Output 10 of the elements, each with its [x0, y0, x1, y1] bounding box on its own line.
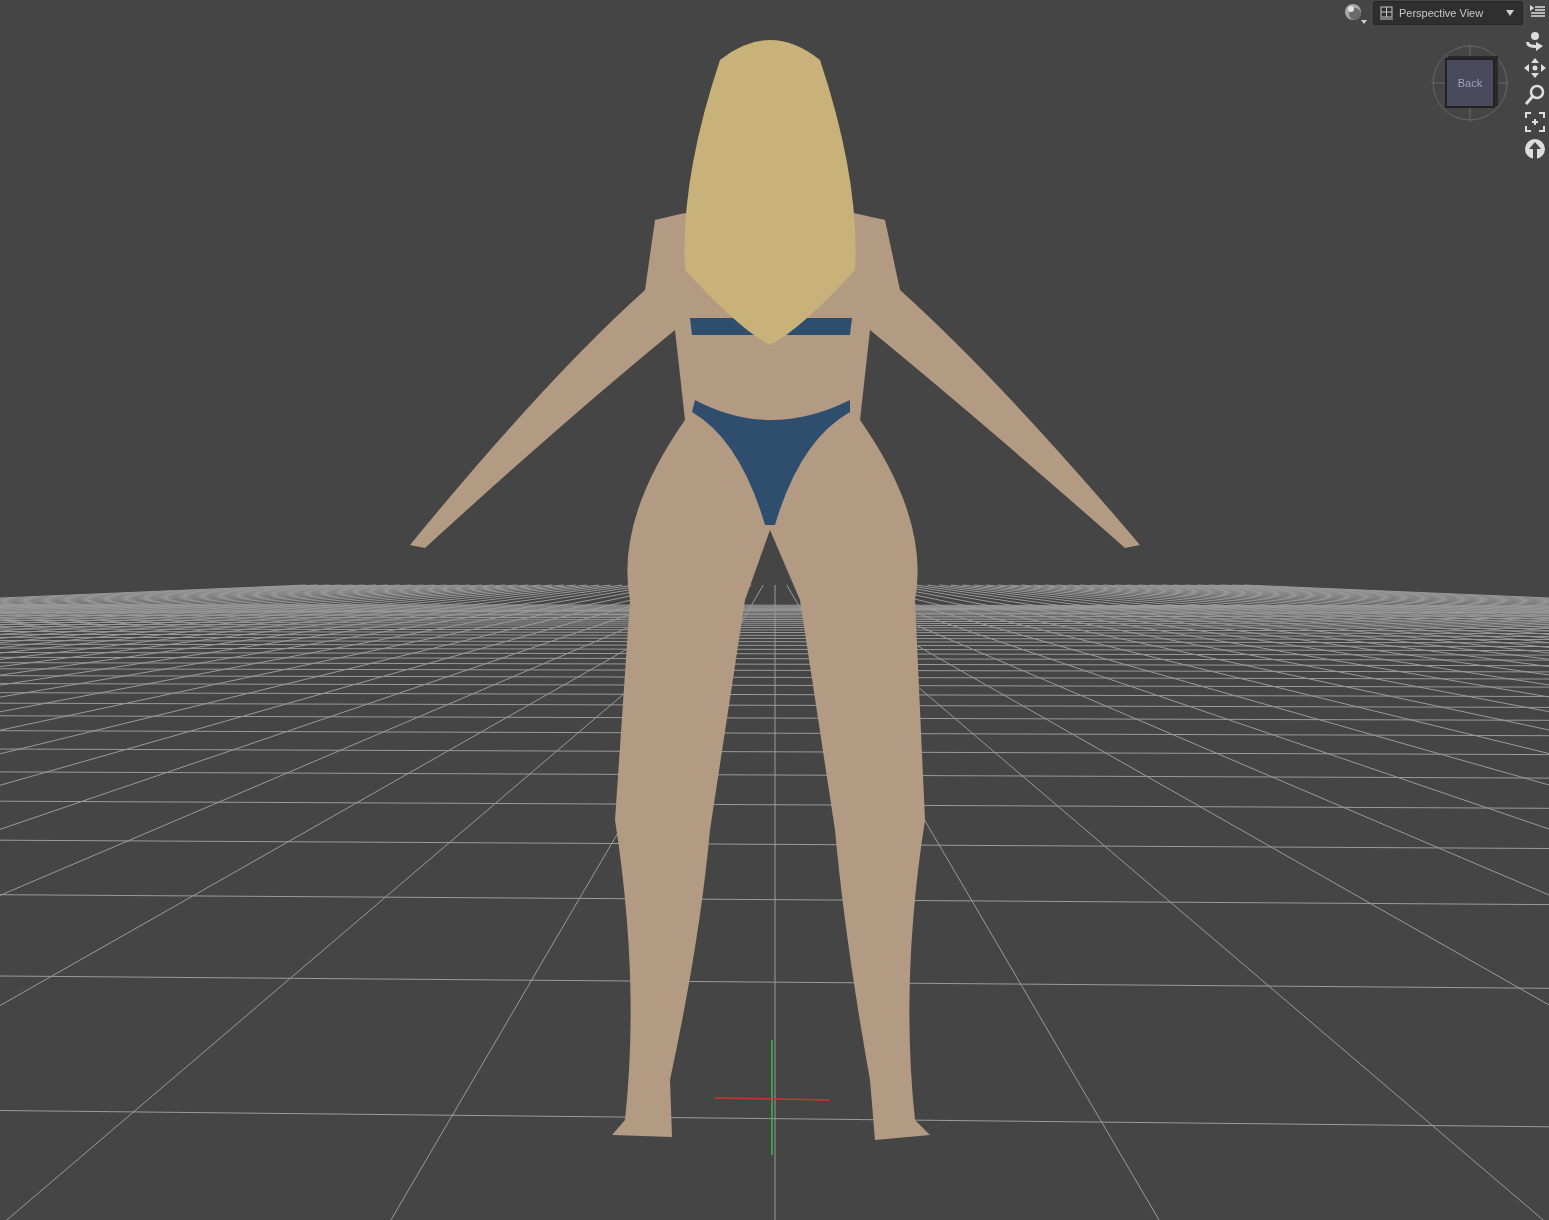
cube-face-label: Back	[1457, 77, 1483, 89]
pan-arrows-icon[interactable]	[1523, 57, 1547, 79]
frame-icon[interactable]	[1523, 111, 1547, 133]
view-label: Perspective View	[1399, 7, 1485, 19]
view-dropdown[interactable]: Perspective View	[1373, 1, 1523, 25]
shading-sphere-icon[interactable]	[1343, 1, 1369, 25]
caret-icon	[1506, 10, 1514, 16]
axis-gizmo-icon	[714, 1039, 831, 1156]
window-icon	[1380, 6, 1393, 20]
search-icon[interactable]	[1523, 84, 1547, 106]
